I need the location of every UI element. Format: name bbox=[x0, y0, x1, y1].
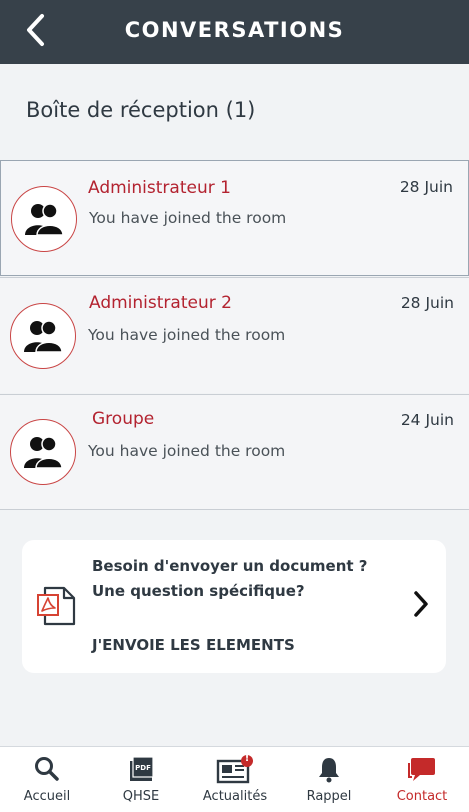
conversation-message: You have joined the room bbox=[89, 209, 287, 227]
card-text-line-2: Une question spécifique? bbox=[92, 582, 305, 600]
tab-label: Rappel bbox=[306, 789, 352, 804]
send-document-card[interactable]: Besoin d'envoyer un document ? Une quest… bbox=[22, 540, 446, 673]
chat-icon bbox=[407, 755, 437, 787]
conversation-date: 28 Juin bbox=[399, 178, 453, 196]
conversation-date: 24 Juin bbox=[400, 411, 454, 429]
tab-label: Contact bbox=[396, 789, 448, 804]
app-header: CONVERSATIONS bbox=[0, 0, 469, 64]
avatar bbox=[10, 303, 76, 369]
notification-badge: ! bbox=[244, 753, 250, 764]
avatar bbox=[10, 419, 76, 485]
conversation-item[interactable]: Administrateur 1 You have joined the roo… bbox=[0, 160, 469, 276]
group-icon bbox=[24, 436, 63, 469]
avatar bbox=[11, 186, 77, 252]
tab-contact[interactable]: Contact bbox=[375, 747, 469, 812]
inbox-title: Boîte de réception (1) bbox=[26, 98, 256, 122]
group-icon bbox=[24, 320, 63, 353]
search-icon bbox=[33, 755, 61, 787]
conversation-item[interactable]: Administrateur 2 You have joined the roo… bbox=[0, 277, 469, 393]
tab-actualites[interactable]: ! Actualités bbox=[188, 747, 282, 812]
tab-label: QHSE bbox=[122, 789, 160, 804]
page-title: CONVERSATIONS bbox=[124, 18, 345, 42]
conversation-message: You have joined the room bbox=[88, 442, 286, 460]
conversation-name: Groupe bbox=[92, 409, 155, 429]
bottom-tab-bar: Accueil PDF QHSE ! Actualités Rappel Con… bbox=[0, 746, 469, 812]
conversation-item[interactable]: Groupe You have joined the room 24 Juin bbox=[0, 394, 469, 510]
card-text-line-1: Besoin d'envoyer un document ? bbox=[92, 557, 368, 575]
conversation-name: Administrateur 1 bbox=[88, 178, 231, 198]
conversation-name: Administrateur 2 bbox=[89, 293, 232, 313]
svg-text:PDF: PDF bbox=[135, 764, 151, 772]
tab-rappel[interactable]: Rappel bbox=[282, 747, 376, 812]
newspaper-icon: ! bbox=[215, 753, 255, 789]
bell-icon bbox=[316, 755, 342, 787]
group-icon bbox=[25, 203, 64, 236]
conversation-date: 28 Juin bbox=[400, 294, 454, 312]
pdf-icon: PDF bbox=[127, 755, 155, 787]
conversation-message: You have joined the room bbox=[88, 326, 286, 344]
send-elements-link[interactable]: J'ENVOIE LES ELEMENTS bbox=[92, 636, 295, 654]
tab-accueil[interactable]: Accueil bbox=[0, 747, 94, 812]
tab-label: Actualités bbox=[202, 789, 268, 804]
tab-qhse[interactable]: PDF QHSE bbox=[94, 747, 188, 812]
tab-label: Accueil bbox=[23, 789, 71, 804]
pdf-file-icon bbox=[36, 584, 80, 632]
chevron-right-icon[interactable] bbox=[412, 590, 430, 622]
